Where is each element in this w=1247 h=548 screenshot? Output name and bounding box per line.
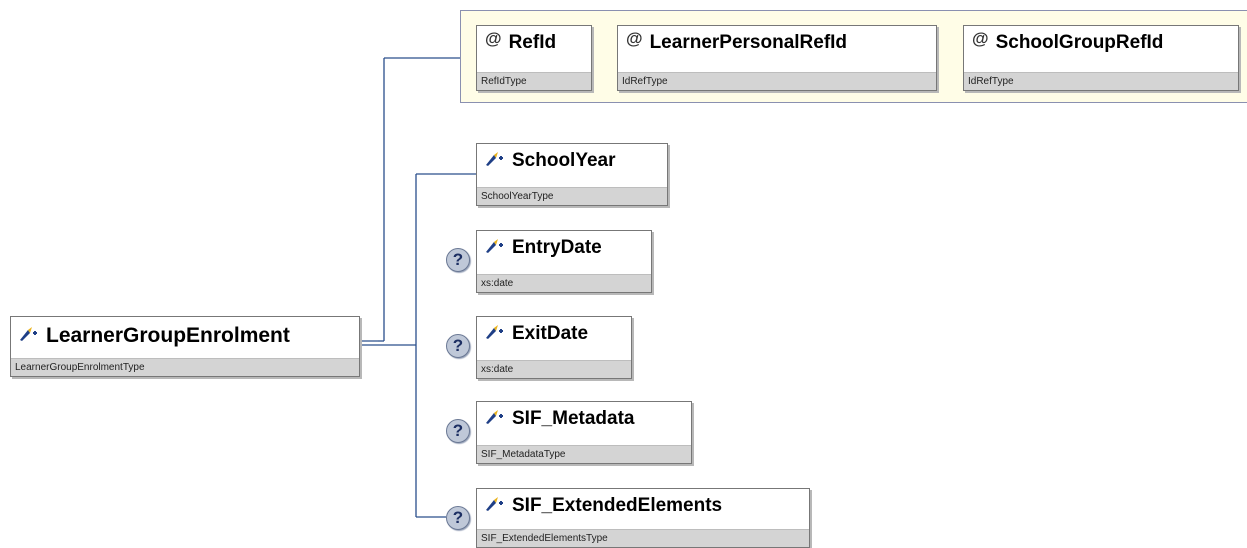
attribute-name: RefId	[508, 31, 557, 53]
root-element[interactable]: LearnerGroupEnrolment LearnerGroupEnrolm…	[10, 316, 360, 377]
element-type: xs:date	[477, 360, 631, 378]
attribute-type: IdRefType	[618, 72, 936, 90]
attribute-type: RefIdType	[477, 72, 591, 90]
element-exitdate[interactable]: ExitDate xs:date	[476, 316, 632, 379]
element-type: SchoolYearType	[477, 187, 667, 205]
element-schoolyear[interactable]: SchoolYear SchoolYearType	[476, 143, 668, 206]
element-type: SIF_MetadataType	[477, 445, 691, 463]
at-sign-icon: @	[626, 28, 643, 48]
attribute-learnerpersonalrefid[interactable]: @ LearnerPersonalRefId IdRefType	[617, 25, 937, 91]
question-icon: ?	[446, 248, 470, 272]
element-name: SIF_Metadata	[512, 407, 635, 429]
element-type: SIF_ExtendedElementsType	[477, 529, 809, 547]
element-sif-extendedelements[interactable]: SIF_ExtendedElements SIF_ExtendedElement…	[476, 488, 810, 548]
element-arrow-icon	[485, 151, 507, 167]
element-arrow-icon	[485, 324, 507, 340]
question-icon: ?	[446, 506, 470, 530]
root-type: LearnerGroupEnrolmentType	[11, 358, 359, 376]
element-name: SIF_ExtendedElements	[512, 494, 723, 516]
element-arrow-icon	[485, 238, 507, 254]
attribute-type: IdRefType	[964, 72, 1238, 90]
root-name: LearnerGroupEnrolment	[46, 324, 290, 347]
element-name: EntryDate	[512, 236, 602, 258]
question-icon: ?	[446, 419, 470, 443]
element-arrow-icon	[485, 496, 507, 512]
element-name: SchoolYear	[512, 149, 616, 171]
element-entrydate[interactable]: EntryDate xs:date	[476, 230, 652, 293]
at-sign-icon: @	[485, 28, 502, 48]
schema-diagram: @ RefId RefIdType @ LearnerPersonalRefId I…	[0, 0, 1247, 548]
attribute-name: SchoolGroupRefId	[995, 31, 1164, 53]
element-type: xs:date	[477, 274, 651, 292]
attribute-refid[interactable]: @ RefId RefIdType	[476, 25, 592, 91]
element-sif-metadata[interactable]: SIF_Metadata SIF_MetadataType	[476, 401, 692, 464]
attribute-schoolgrouprefid[interactable]: @ SchoolGroupRefId IdRefType	[963, 25, 1239, 91]
attribute-name: LearnerPersonalRefId	[649, 31, 848, 53]
at-sign-icon: @	[972, 28, 989, 48]
element-arrow-icon	[485, 409, 507, 425]
element-arrow-icon	[19, 326, 41, 342]
element-name: ExitDate	[512, 322, 589, 344]
question-icon: ?	[446, 334, 470, 358]
